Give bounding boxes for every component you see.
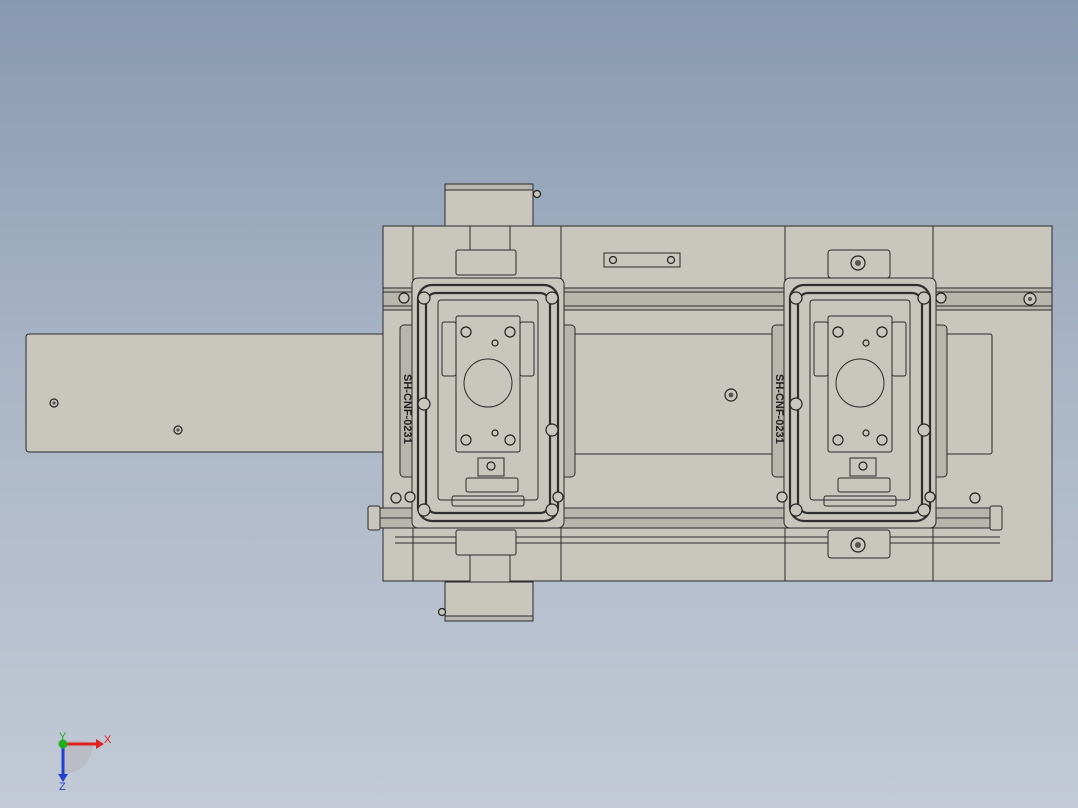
x-axis-label: X xyxy=(104,734,112,746)
engraving-left: SH-CNF-0231 xyxy=(401,374,413,444)
extension-arm xyxy=(25,333,399,453)
fixture-nest-left xyxy=(399,277,576,529)
fixture-nest-right xyxy=(771,277,948,529)
orientation-triad[interactable]: X Y Z xyxy=(58,731,112,793)
x-arrowhead xyxy=(96,739,104,749)
right-bottom-tab xyxy=(827,529,891,559)
cad-viewport[interactable]: .b { fill:#c8c6bd; stroke:#2b2b2b; strok… xyxy=(0,0,1078,808)
right-top-tab xyxy=(827,249,891,279)
engraving-right: SH-CNF-0231 xyxy=(773,374,785,444)
z-axis-label: Z xyxy=(59,781,66,793)
y-axis-label: Y xyxy=(59,731,67,743)
